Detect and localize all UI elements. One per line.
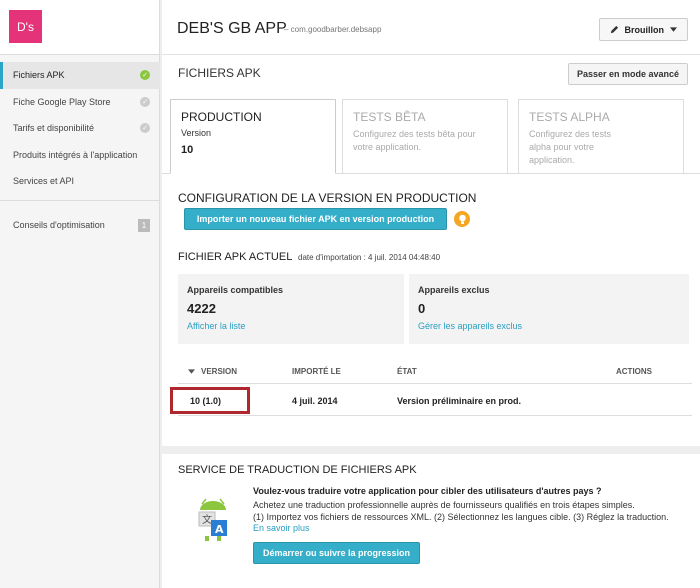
config-title: CONFIGURATION DE LA VERSION EN PRODUCTIO… [178,191,477,205]
column-header-state: ÉTAT [397,367,417,376]
show-list-link[interactable]: Afficher la liste [187,321,395,331]
page-title: FICHIERS APK [178,66,261,80]
sidebar-item-produits-integres[interactable]: Produits intégrés à l'application [0,142,160,169]
sidebar-item-conseils[interactable]: Conseils d'optimisation 1 [0,212,160,239]
app-header: DEB'S GB APP – com.goodbarber.debsapp Br… [162,0,700,55]
translation-text-line: Achetez une traduction professionnelle a… [253,500,635,510]
svg-text:A: A [215,523,224,536]
status-dropdown-button[interactable]: Brouillon [598,18,688,41]
sidebar-item-label: Conseils d'optimisation [13,220,105,231]
translation-title: SERVICE DE TRADUCTION DE FICHIERS APK [178,464,417,476]
main-content: DEB'S GB APP – com.goodbarber.debsapp Br… [162,0,700,588]
highlight-annotation-box [170,387,250,414]
translation-text-line: (1) Importez vos fichiers de ressources … [253,512,669,522]
sort-desc-icon[interactable] [188,367,195,376]
sidebar-item-fiche-google-play[interactable]: Fiche Google Play Store ✓ [0,89,160,116]
card-value: 0 [418,301,426,316]
tab-sub-label: Version [181,128,212,138]
release-tabs: PRODUCTION Version 10 TESTS BÊTA Configu… [170,99,690,174]
current-apk-title: FICHIER APK ACTUEL [178,251,293,263]
sidebar-bottom: Conseils d'optimisation 1 [0,212,160,239]
sidebar-item-label: Produits intégrés à l'application [13,149,138,160]
sidebar-item-services-api[interactable]: Services et API [0,168,160,195]
cell-state: Version préliminaire en prod. [397,396,522,406]
translate-icon: 文 A [198,498,227,541]
lightbulb-icon[interactable] [454,211,470,227]
table-header: VERSION IMPORTÉ LE ÉTAT ACTIONS [178,362,692,384]
sidebar-divider [0,200,160,201]
card-label: Appareils compatibles [187,285,284,295]
tab-label: TESTS BÊTA [353,110,426,124]
tab-tests-alpha[interactable]: TESTS ALPHA Configurez des tests alpha p… [518,99,684,174]
column-header-version[interactable]: VERSION [201,367,237,376]
excluded-devices-card: Appareils exclus 0 Gérer les appareils e… [409,274,689,344]
translation-description: Achetez une traduction professionnelle a… [253,499,693,523]
chevron-down-icon [670,27,677,32]
table-row[interactable]: 10 (1.0) 4 juil. 2014 Version préliminai… [178,386,692,416]
compatible-devices-card: Appareils compatibles 4222 Afficher la l… [178,274,404,344]
tab-tests-beta[interactable]: TESTS BÊTA Configurez des tests bêta pou… [342,99,508,174]
app-package: – com.goodbarber.debsapp [284,25,382,34]
sidebar-item-tarifs[interactable]: Tarifs et disponibilité ✓ [0,115,160,142]
tab-label: PRODUCTION [181,110,262,124]
status-label: Brouillon [624,24,665,35]
sidebar: D's Fichiers APK ✓ Fiche Google Play Sto… [0,0,160,588]
sidebar-nav: Fichiers APK ✓ Fiche Google Play Store ✓… [0,62,160,195]
manage-excluded-link[interactable]: Gérer les appareils exclus [418,321,680,331]
sidebar-item-label: Services et API [13,176,75,187]
import-date: date d'importation : 4 juil. 2014 04:48:… [298,253,441,262]
import-apk-button[interactable]: Importer un nouveau fichier APK en versi… [184,208,447,230]
card-label: Appareils exclus [418,285,490,295]
sidebar-item-label: Tarifs et disponibilité [13,123,95,134]
tab-version-value: 10 [181,144,194,156]
tab-description: Configurez des tests alpha pour votre ap… [529,129,612,165]
sidebar-item-label: Fichiers APK [13,70,65,81]
translation-question: Voulez-vous traduire votre application p… [253,486,602,496]
tab-description: Configurez des tests bêta pour votre app… [353,129,476,152]
start-translation-button[interactable]: Démarrer ou suivre la progression [253,542,421,564]
tab-label: TESTS ALPHA [529,110,610,124]
pencil-icon [610,25,618,34]
advanced-mode-button[interactable]: Passer en mode avancé [567,63,688,85]
learn-more-link[interactable]: En savoir plus [253,523,310,533]
check-icon: ✓ [140,96,150,107]
tab-production[interactable]: PRODUCTION Version 10 [170,99,336,174]
column-header-imported: IMPORTÉ LE [292,367,341,376]
check-icon: ✓ [140,123,150,134]
sidebar-item-label: Fiche Google Play Store [13,96,111,107]
sidebar-item-fichiers-apk[interactable]: Fichiers APK ✓ [0,62,160,89]
app-logo[interactable]: D's [9,10,42,43]
column-header-actions: ACTIONS [616,367,652,376]
logo-area: D's [0,0,159,55]
svg-text:文: 文 [202,513,212,526]
count-badge: 1 [138,218,150,232]
cell-imported: 4 juil. 2014 [292,396,338,406]
check-icon: ✓ [140,70,150,81]
card-value: 4222 [187,301,216,316]
section-divider [162,446,700,454]
app-title: DEB'S GB APP [177,20,287,37]
